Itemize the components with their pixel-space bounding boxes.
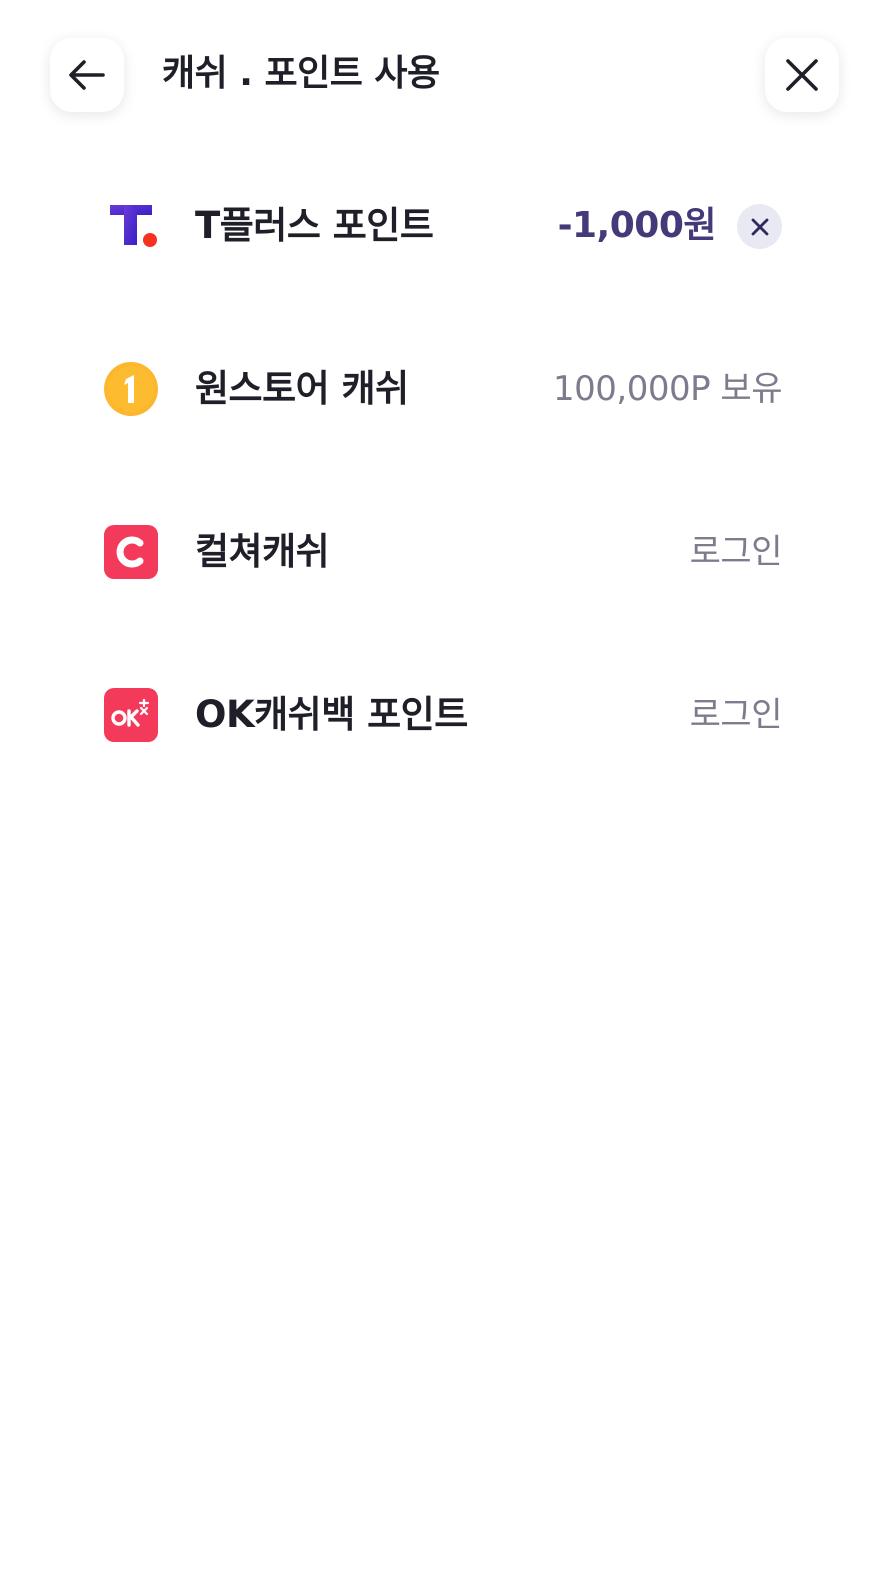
arrow-left-icon bbox=[69, 60, 105, 90]
applied-amount: -1,000원 bbox=[557, 205, 717, 246]
item-name: 컬쳐캐쉬 bbox=[195, 530, 330, 573]
page-title: 캐쉬 . 포인트 사용 bbox=[162, 53, 440, 94]
list-item-onestore-cash[interactable]: 원스토어 캐쉬 100,000P 보유 bbox=[104, 343, 782, 506]
item-name: OK캐쉬백 포인트 bbox=[195, 693, 468, 736]
payment-method-list: T플러스 포인트 -1,000원 원스토어 캐쉬 100,000P 보유 컬쳐캐… bbox=[104, 180, 783, 832]
list-item-culture-cash[interactable]: 컬쳐캐쉬 로그인 bbox=[104, 506, 783, 669]
header-bar: 캐쉬 . 포인트 사용 bbox=[0, 0, 896, 150]
ok-cashbag-icon bbox=[104, 688, 158, 742]
item-name: 원스토어 캐쉬 bbox=[195, 367, 409, 410]
balance-text: 100,000P 보유 bbox=[553, 369, 782, 409]
close-icon bbox=[786, 59, 818, 91]
login-link[interactable]: 로그인 bbox=[690, 689, 783, 741]
culture-cash-icon bbox=[104, 525, 158, 579]
item-name: T플러스 포인트 bbox=[195, 204, 434, 247]
clear-amount-button[interactable] bbox=[737, 204, 782, 249]
login-link[interactable]: 로그인 bbox=[690, 526, 783, 578]
clear-x-icon bbox=[751, 218, 768, 235]
tplus-logo-icon bbox=[104, 199, 158, 253]
close-button[interactable] bbox=[765, 38, 839, 112]
onestore-coin-icon bbox=[104, 362, 158, 416]
list-item-ok-cashbag[interactable]: OK캐쉬백 포인트 로그인 bbox=[104, 669, 783, 832]
list-item-tplus-point[interactable]: T플러스 포인트 -1,000원 bbox=[104, 180, 782, 343]
back-button[interactable] bbox=[50, 38, 124, 112]
